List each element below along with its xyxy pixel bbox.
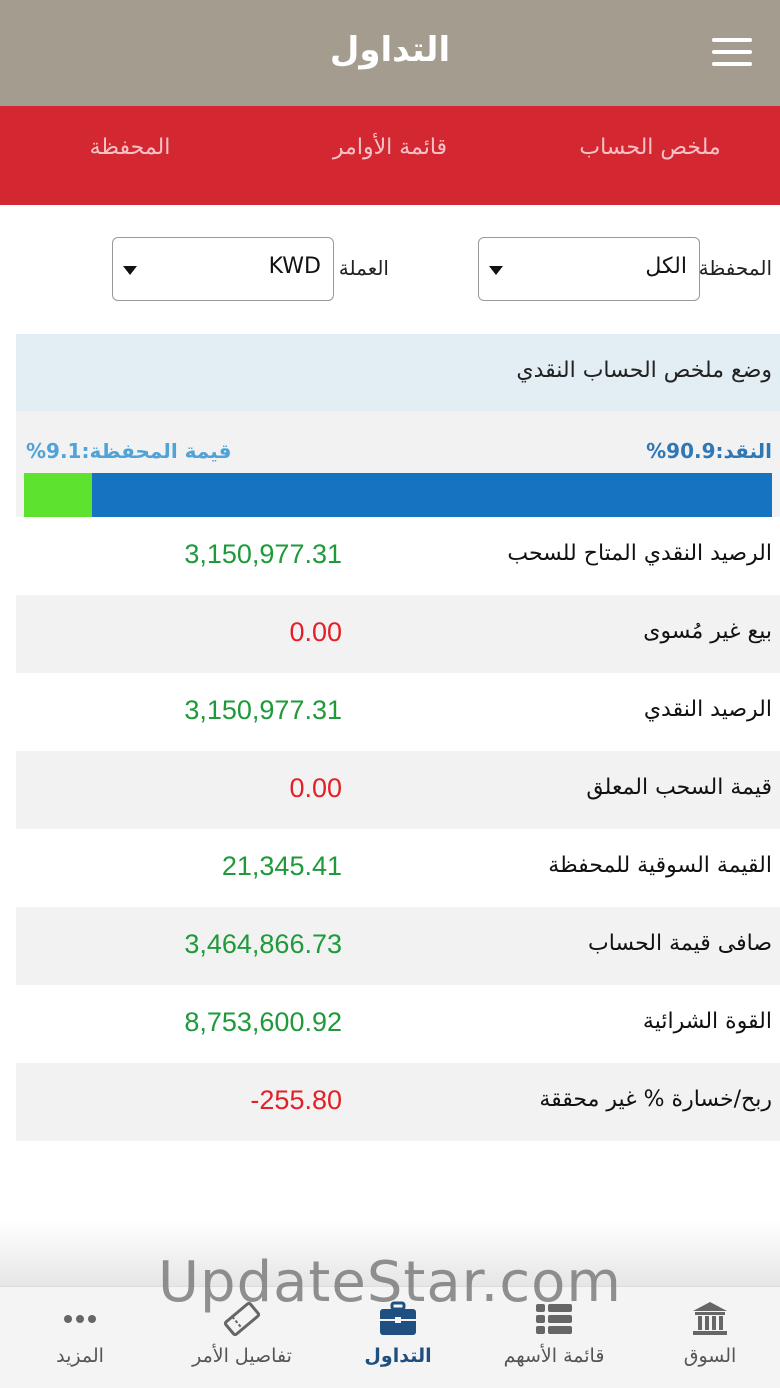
tab-label: قائمة الأوامر xyxy=(332,135,448,160)
table-row: القوة الشرائية 8,753,600.92 xyxy=(16,985,780,1063)
row-label: قيمة السحب المعلق xyxy=(586,775,772,800)
page-title: التداول xyxy=(329,30,451,70)
row-label: القيمة السوقية للمحفظة xyxy=(548,853,772,878)
header: التداول xyxy=(0,0,780,106)
nav-label: المزيد xyxy=(56,1345,104,1367)
row-value: 21,345.41 xyxy=(221,851,342,881)
table-row: الرصيد النقدي 3,150,977.31 xyxy=(16,673,780,751)
portfolio-select-value: الكل xyxy=(645,254,687,279)
nav-label: التداول xyxy=(364,1345,432,1367)
row-value: 3,150,977.31 xyxy=(184,695,342,725)
row-label: الرصيد النقدي xyxy=(643,697,772,722)
currency-filter-label: العملة xyxy=(338,256,389,280)
section-title: وضع ملخص الحساب النقدي xyxy=(516,358,772,383)
tab-label: المحفظة xyxy=(89,135,171,160)
chevron-down-icon xyxy=(123,266,137,275)
chevron-down-icon xyxy=(489,266,503,275)
currency-select[interactable]: KWD xyxy=(112,237,334,301)
row-label: الرصيد النقدي المتاح للسحب xyxy=(507,541,772,566)
portfolio-filter-label: المحفظة xyxy=(698,256,772,280)
tab-bar: ملخص الحساب قائمة الأوامر المحفظة xyxy=(0,106,780,205)
row-value: 3,464,866.73 xyxy=(184,929,342,959)
row-value: 0.00 xyxy=(289,617,342,647)
cash-ratio-label: النقد:90.9% xyxy=(646,439,772,463)
row-value: 3,150,977.31 xyxy=(184,539,342,569)
watermark: UpdateStar.com xyxy=(158,1250,622,1315)
table-row: قيمة السحب المعلق 0.00 xyxy=(16,751,780,829)
portfolio-select[interactable]: الكل xyxy=(478,237,700,301)
cash-summary-header: وضع ملخص الحساب النقدي xyxy=(16,334,780,411)
row-label: بيع غير مُسوى xyxy=(643,619,772,644)
app: التداول ملخص الحساب قائمة الأوامر المحفظ… xyxy=(0,0,780,1388)
tab-account-summary[interactable]: ملخص الحساب xyxy=(520,106,780,205)
table-row: صافى قيمة الحساب 3,464,866.73 xyxy=(16,907,780,985)
menu-icon[interactable] xyxy=(712,38,752,68)
portfolio-ratio-label: قيمة المحفظة:9.1% xyxy=(26,439,232,463)
table-row: القيمة السوقية للمحفظة 21,345.41 xyxy=(16,829,780,907)
nav-label: قائمة الأسهم xyxy=(503,1345,605,1367)
table-row: ربح/خسارة % غير محققة -255.80 xyxy=(16,1063,780,1141)
summary-table: الرصيد النقدي المتاح للسحب 3,150,977.31 … xyxy=(16,517,780,1141)
portfolio-bar-segment xyxy=(24,473,93,517)
allocation-ratio: النقد:90.9% قيمة المحفظة:9.1% xyxy=(16,411,780,517)
table-row: بيع غير مُسوى 0.00 xyxy=(16,595,780,673)
row-label: ربح/خسارة % غير محققة xyxy=(539,1087,772,1112)
allocation-bar xyxy=(24,473,772,517)
nav-label: تفاصيل الأمر xyxy=(192,1345,292,1367)
currency-select-value: KWD xyxy=(268,254,321,279)
row-value: 0.00 xyxy=(289,773,342,803)
row-value: 8,753,600.92 xyxy=(184,1007,342,1037)
row-label: القوة الشرائية xyxy=(642,1009,772,1034)
table-row: الرصيد النقدي المتاح للسحب 3,150,977.31 xyxy=(16,517,780,595)
tab-portfolio[interactable]: المحفظة xyxy=(0,106,260,205)
tab-label: ملخص الحساب xyxy=(579,135,721,160)
row-label: صافى قيمة الحساب xyxy=(588,931,772,956)
tab-orders-list[interactable]: قائمة الأوامر xyxy=(260,106,520,205)
nav-label: السوق xyxy=(683,1345,737,1367)
row-value: -255.80 xyxy=(250,1085,342,1115)
